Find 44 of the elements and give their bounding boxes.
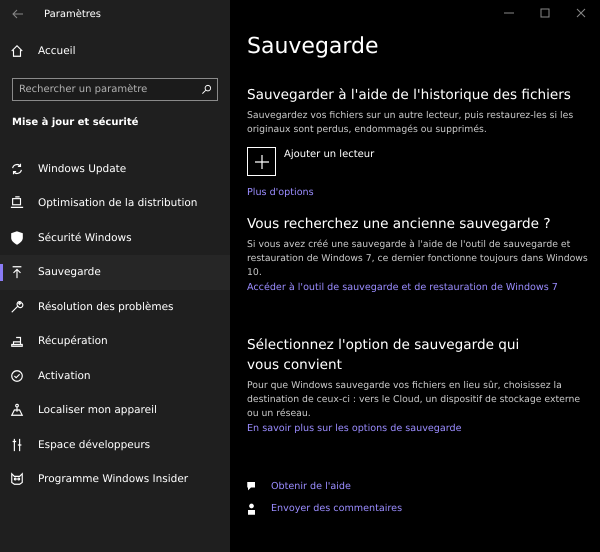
- page-title: Sauvegarde: [247, 34, 380, 59]
- sidebar-item[interactable]: Récupération: [0, 324, 230, 358]
- upload-icon: [10, 265, 24, 280]
- section-heading: Sauvegarder à l'aide de l'historique des fichiers: [247, 86, 572, 105]
- plus-icon: [254, 154, 268, 168]
- sync-icon: [10, 162, 24, 176]
- cat-icon: [10, 472, 24, 486]
- sidebar-item[interactable]: Résolution des problèmes: [0, 290, 230, 324]
- help-link[interactable]: Obtenir de l'aide: [271, 480, 351, 494]
- sidebar-item[interactable]: Localiser mon appareil: [0, 393, 230, 428]
- computer-icon: [10, 196, 24, 210]
- check-circle-icon: [10, 368, 24, 383]
- search-field[interactable]: Rechercher un paramètre: [12, 78, 218, 100]
- search-icon: [201, 84, 212, 94]
- sidebar-item[interactable]: Sécurité Windows: [0, 220, 230, 255]
- add-drive-label[interactable]: Ajouter un lecteur: [284, 149, 374, 160]
- sidebar-item[interactable]: Sauvegarde: [0, 255, 230, 290]
- wrench-icon: [10, 300, 24, 314]
- section-heading: Vous recherchez une ancienne sauvegarde ?: [247, 215, 552, 234]
- section-heading: Mise à jour et sécurité: [11, 116, 140, 130]
- recovery-icon: [10, 334, 24, 348]
- link[interactable]: En savoir plus sur les options de sauvegarde: [247, 422, 462, 436]
- sidebar-item[interactable]: Espace développeurs: [0, 428, 230, 462]
- person-pin-icon: [10, 403, 24, 418]
- description-text: Sauvegardez vos fichiers sur un autre lecteur, puis restaurez-les si les originaux sont perdus, endommagés ou supprimés.: [247, 109, 574, 137]
- help-link[interactable]: Envoyer des commentaires: [271, 502, 402, 516]
- description-text: Pour que Windows sauvegarde vos fichiers en lieu sûr, choisissez la destination de ceux-ci : vers le Cloud, un dispositif de stockage externe ou un réseau.: [247, 379, 582, 421]
- section-heading: Sélectionnez l'option de sauvegarde qui vous convient: [247, 336, 520, 375]
- sidebar-item[interactable]: Optimisation de la distribution: [0, 186, 230, 220]
- link[interactable]: Plus d'options: [247, 186, 314, 200]
- close-icon[interactable]: [576, 8, 586, 18]
- sidebar-item[interactable]: Windows Update: [0, 152, 230, 186]
- description-text: Si vous avez créé une sauvegarde à l'aide de l'outil de sauvegarde et restauration de Windows 7, ce dernier fonctionne toujours dans Windows 10.: [247, 238, 589, 280]
- maximize-icon[interactable]: [540, 8, 550, 18]
- back-arrow-icon[interactable]: [12, 9, 24, 19]
- window-title: Paramètres: [44, 8, 102, 20]
- home-icon: [10, 44, 24, 58]
- sidebar-item[interactable]: Activation: [0, 358, 230, 393]
- link[interactable]: Accéder à l'outil de sauvegarde et de restauration de Windows 7: [247, 281, 558, 295]
- shield-icon: [10, 230, 24, 245]
- add-drive-button[interactable]: [247, 147, 276, 176]
- tools-icon: [10, 438, 24, 452]
- home-nav-item[interactable]: Accueil: [0, 34, 230, 68]
- sidebar-item[interactable]: Programme Windows Insider: [0, 462, 230, 496]
